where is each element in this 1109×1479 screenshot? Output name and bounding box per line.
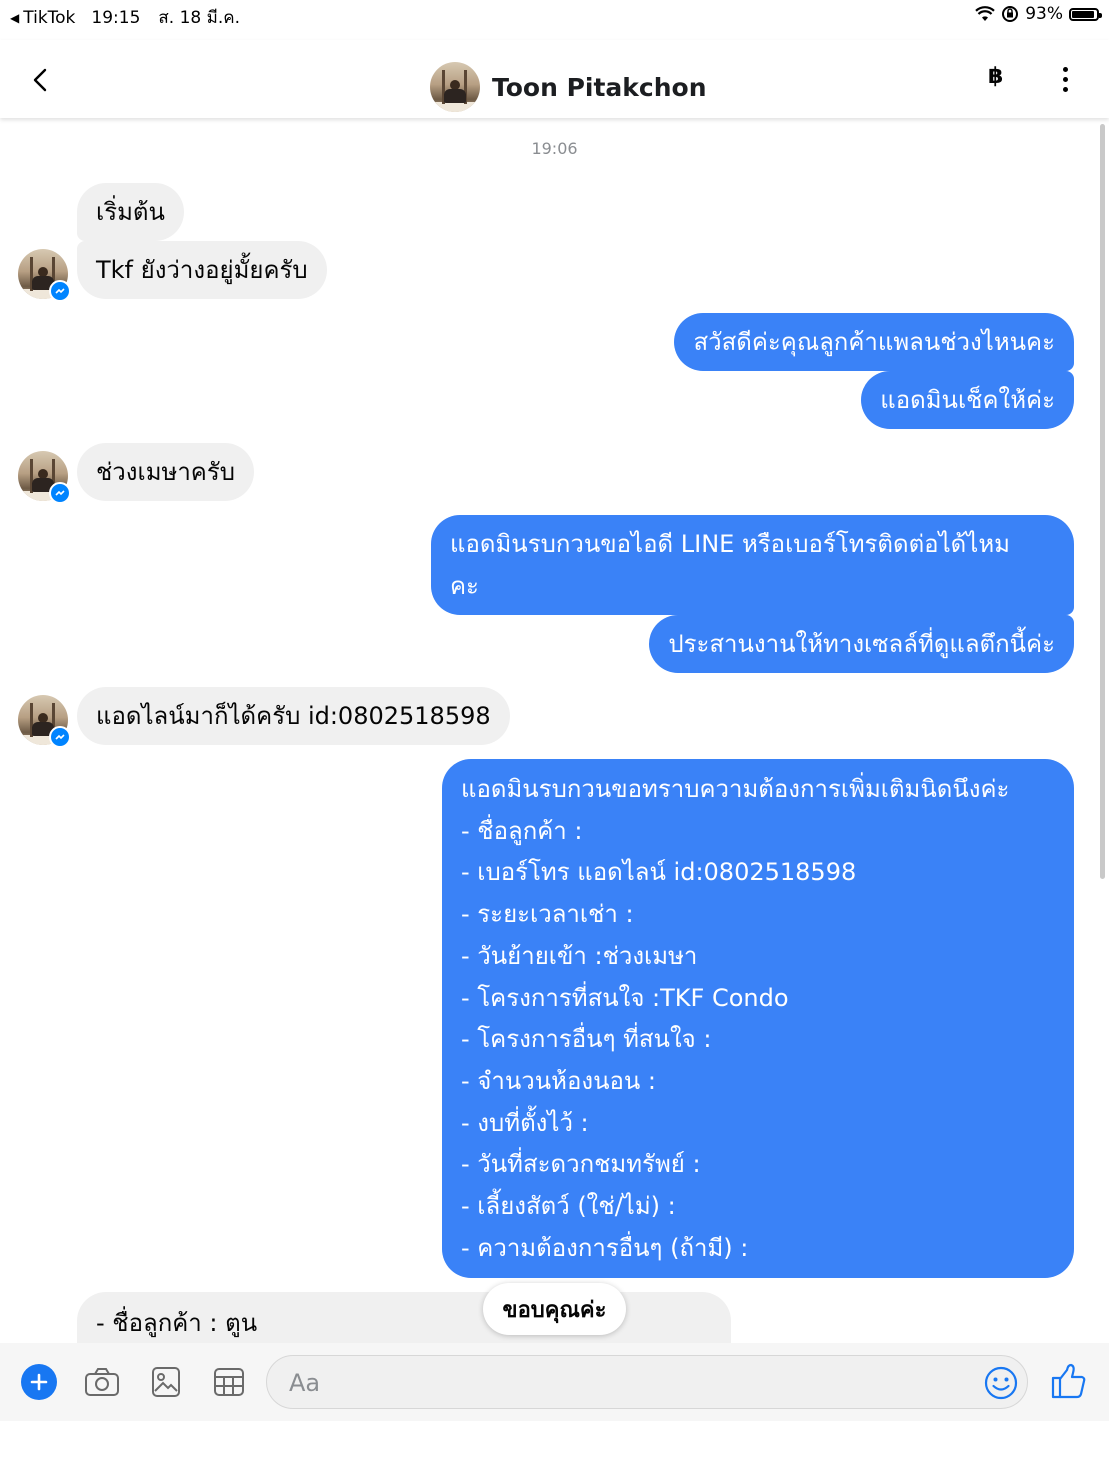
camera-icon [85, 1368, 119, 1396]
gif-sticker-icon [214, 1368, 244, 1396]
battery-icon [1069, 7, 1102, 21]
message-incoming[interactable]: Tkf ยังว่างอยู่มั้ยครับ [77, 241, 327, 299]
message-input-container[interactable] [266, 1355, 1028, 1409]
like-icon[interactable] [1049, 1361, 1089, 1401]
contact-avatar [430, 62, 480, 112]
camera-button[interactable] [83, 1363, 121, 1401]
message-line: - เบอร์โทร แอดไลน์ id:0802518598 [461, 858, 857, 887]
orientation-lock-icon [1002, 6, 1019, 22]
message-input[interactable] [287, 1366, 951, 1400]
message-line: - ระยะเวลาเช่า : [461, 900, 634, 929]
more-vertical-icon[interactable] [1050, 62, 1080, 96]
chat-header: Toon Pitakchon ฿ [0, 40, 1109, 118]
message-line: - โครงการอื่นๆ ที่สนใจ : [461, 1025, 712, 1054]
back-to-app-icon[interactable]: ◀ [10, 11, 19, 25]
quick-reply-chip[interactable]: ขอบคุณค่ะ [483, 1283, 626, 1335]
message-outgoing[interactable]: แอดมินรบกวนขอไอดี LINE หรือเบอร์โทรติดต่… [431, 515, 1074, 615]
message-line: - วันย้ายเข้า :ช่วงเมษา [461, 941, 698, 970]
message-line: - เลี้ยงสัตว์ (ใช่/ไม่) : [461, 1192, 676, 1221]
message-timestamp: 19:06 [531, 139, 578, 158]
contact-info[interactable]: Toon Pitakchon [430, 62, 707, 112]
back-app-name[interactable]: TikTok [23, 8, 75, 28]
battery-percent: 93% [1025, 4, 1063, 24]
messenger-badge-icon [49, 726, 71, 748]
message-incoming[interactable]: เริ่มต้น [77, 183, 184, 241]
status-time: 19:15 [91, 7, 141, 28]
message-line: แอดมินรบกวนขอทราบความต้องการเพิ่มเติมนิด… [461, 775, 1010, 803]
baht-icon[interactable]: ฿ [988, 64, 1003, 89]
wifi-icon [975, 6, 995, 21]
message-line: - งบที่ตั้งไว้ : [461, 1108, 589, 1137]
messenger-badge-icon [49, 482, 71, 504]
message-outgoing[interactable]: ประสานงานให้ทางเซลล์ที่ดูแลตึกนี้ค่ะ [649, 615, 1074, 673]
gif-sticker-button[interactable] [210, 1363, 248, 1401]
message-outgoing[interactable]: แอดมินเช็คให้ค่ะ [861, 371, 1074, 429]
message-outgoing-form[interactable]: แอดมินรบกวนขอทราบความต้องการเพิ่มเติมนิด… [442, 759, 1074, 1278]
gallery-button[interactable] [147, 1363, 185, 1401]
message-line: แอดมินรบกวนขอไอดี LINE หรือเบอร์โทรติดต่… [450, 530, 1010, 558]
message-line: - จำนวนห้องนอน : [461, 1066, 657, 1095]
back-button[interactable] [22, 62, 58, 98]
status-date: ส. 18 มี.ค. [158, 8, 241, 28]
contact-name: Toon Pitakchon [492, 72, 707, 102]
messenger-badge-icon [49, 280, 71, 302]
scrollbar[interactable] [1100, 124, 1105, 879]
plus-button[interactable] [21, 1364, 57, 1400]
status-bar: ◀ TikTok 19:15 ส. 18 มี.ค. 93% [0, 0, 1109, 30]
message-outgoing[interactable]: สวัสดีค่ะคุณลูกค้าแพลนช่วงไหนคะ [674, 313, 1074, 371]
emoji-icon[interactable] [983, 1365, 1019, 1401]
message-line: - ชื่อลูกค้า : [461, 816, 583, 845]
message-composer [0, 1343, 1109, 1479]
message-line: - โครงการที่สนใจ :TKF Condo [461, 983, 789, 1012]
message-incoming[interactable]: ช่วงเมษาครับ [77, 443, 254, 501]
plus-icon [30, 1373, 48, 1391]
back-chevron-icon [33, 68, 47, 92]
message-line: - วันที่สะดวกชมทรัพย์ : [461, 1150, 701, 1179]
message-line: คะ [450, 572, 479, 600]
message-line: - ความต้องการอื่นๆ (ถ้ามี) : [461, 1233, 749, 1262]
image-icon [152, 1367, 180, 1397]
message-incoming[interactable]: แอดไลน์มาก็ได้ครับ id:0802518598 [77, 687, 510, 745]
